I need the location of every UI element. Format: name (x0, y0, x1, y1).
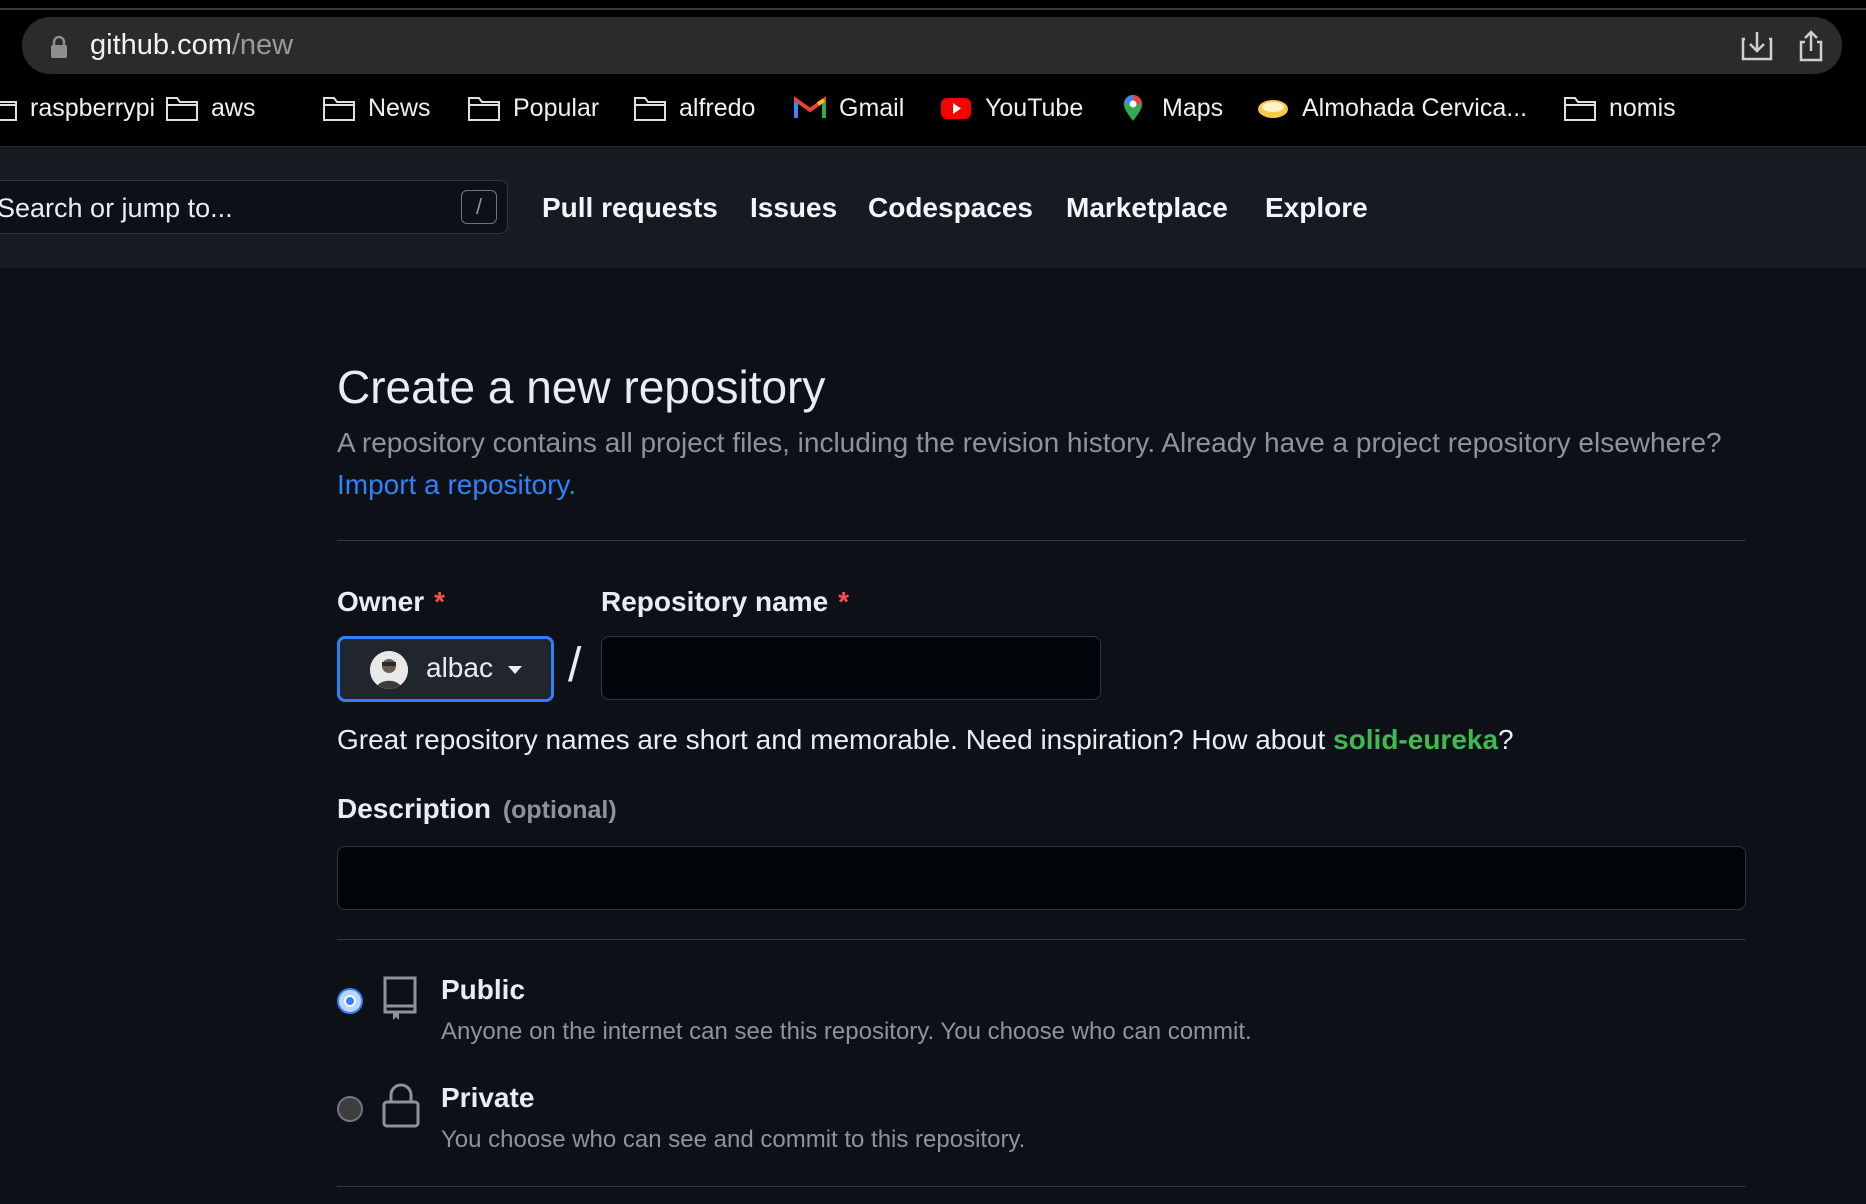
bookmark-label: YouTube (985, 93, 1084, 122)
page-description: A repository contains all project files,… (337, 422, 1747, 506)
owner-name: albac (426, 652, 493, 683)
folder-icon (468, 97, 500, 121)
private-description: You choose who can see and commit to thi… (441, 1126, 1026, 1153)
github-header: Search or jump to... / Pull requests Iss… (0, 147, 1866, 268)
private-radio[interactable] (337, 1096, 363, 1122)
bookmark-label: raspberrypi (30, 93, 156, 122)
avatar (370, 651, 408, 689)
hint-text: Great repository names are short and mem… (337, 724, 1334, 755)
description-label: Description (optional) (337, 793, 617, 825)
bookmark-label: News (368, 93, 431, 122)
nav-issues[interactable]: Issues (750, 192, 837, 224)
browser-chrome: github.com/new raspberrypi aws News Popu… (0, 0, 1866, 147)
gmail-icon (794, 96, 826, 118)
folder-icon (166, 97, 198, 121)
bookmark-label: Gmail (839, 93, 905, 122)
import-repository-link[interactable]: Import a repository. (337, 469, 576, 500)
bookmark-popular[interactable]: Popular (467, 86, 599, 130)
section-divider (337, 1186, 1746, 1187)
page-title: Create a new repository (337, 361, 826, 413)
search-shortcut-key: / (461, 190, 497, 224)
lock-icon (382, 1083, 420, 1128)
bookmark-raspberrypi[interactable]: raspberrypi (0, 86, 155, 130)
name-suggestion-link[interactable]: solid-eureka (1333, 724, 1498, 755)
public-title: Public (441, 974, 526, 1005)
repository-name-hint: Great repository names are short and mem… (337, 724, 1514, 756)
bookmark-youtube[interactable]: YouTube (939, 86, 1083, 130)
pillow-icon (1258, 100, 1288, 118)
bookmark-label: alfredo (679, 93, 756, 122)
folder-icon (0, 101, 17, 121)
bookmark-label: Maps (1162, 93, 1224, 122)
maps-pin-icon (1124, 95, 1142, 121)
repository-name-input[interactable] (601, 636, 1101, 700)
share-icon[interactable] (1794, 29, 1828, 63)
caret-down-icon (508, 666, 522, 674)
owner-dropdown[interactable]: albac (337, 636, 554, 702)
description-input[interactable] (337, 846, 1746, 910)
search-input[interactable]: Search or jump to... / (0, 180, 508, 234)
avatar-image (370, 651, 408, 689)
owner-label: Owner * (337, 586, 445, 618)
required-marker: * (838, 586, 850, 617)
required-marker: * (434, 586, 446, 617)
nav-explore[interactable]: Explore (1265, 192, 1368, 224)
owner-label-text: Owner (337, 586, 425, 617)
bookmark-maps[interactable]: Maps (1116, 86, 1223, 130)
section-divider (337, 540, 1746, 541)
youtube-icon (941, 98, 971, 119)
repo-icon (383, 976, 417, 1020)
section-divider (337, 939, 1746, 940)
public-radio[interactable] (337, 988, 363, 1014)
optional-marker: (optional) (502, 796, 617, 824)
repository-name-label-text: Repository name (601, 586, 829, 617)
nav-pull-requests[interactable]: Pull requests (542, 192, 718, 224)
bookmark-gmail[interactable]: Gmail (793, 86, 904, 130)
bookmarks-bar: raspberrypi aws News Popular alfredo Gma… (0, 86, 1866, 130)
owner-repo-separator: / (568, 639, 582, 692)
url-host: github.com (90, 29, 232, 61)
bookmark-almohada[interactable]: Almohada Cervica... (1256, 86, 1527, 130)
url-path: /new (231, 29, 294, 61)
folder-icon (634, 97, 666, 121)
bookmark-nomis[interactable]: nomis (1563, 86, 1676, 130)
bookmark-label: aws (211, 93, 256, 122)
description-label-text: Description (337, 793, 492, 824)
lock-icon (51, 35, 67, 58)
url-text[interactable]: github.com/new (90, 28, 293, 62)
address-bar[interactable]: github.com/new (22, 17, 1842, 74)
private-title: Private (441, 1082, 535, 1113)
page-description-text: A repository contains all project files,… (337, 427, 1722, 458)
bookmark-label: Almohada Cervica... (1302, 93, 1528, 122)
nav-codespaces[interactable]: Codespaces (868, 192, 1033, 224)
public-description: Anyone on the internet can see this repo… (441, 1018, 1252, 1045)
bookmark-label: Popular (513, 93, 600, 122)
window-top-divider (0, 8, 1866, 10)
bookmark-aws[interactable]: aws (165, 86, 255, 130)
bookmark-label: nomis (1609, 93, 1676, 122)
bookmark-alfredo[interactable]: alfredo (633, 86, 755, 130)
folder-icon (323, 97, 355, 121)
search-placeholder: Search or jump to... (0, 193, 233, 223)
hint-suffix: ? (1498, 724, 1514, 755)
folder-icon (1564, 97, 1596, 121)
bookmark-news[interactable]: News (322, 86, 431, 130)
repository-name-label: Repository name * (601, 586, 849, 618)
download-icon[interactable] (1740, 29, 1774, 63)
nav-marketplace[interactable]: Marketplace (1066, 192, 1228, 224)
